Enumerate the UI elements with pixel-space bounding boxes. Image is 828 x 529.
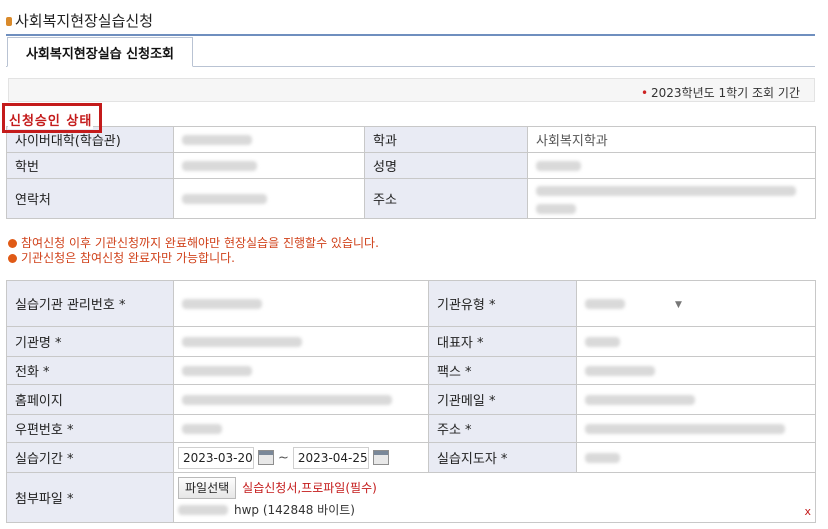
title-bullet-icon xyxy=(6,16,12,26)
type-select[interactable]: ▼ xyxy=(576,280,816,327)
rep-field[interactable] xyxy=(576,326,816,357)
email-label: 기관메일 * xyxy=(428,384,577,415)
inst-address-label: 주소 * xyxy=(428,414,577,443)
bullet-dot-icon: • xyxy=(640,86,649,100)
zip-label: 우편번호 * xyxy=(6,414,174,443)
mgmt-no-field[interactable] xyxy=(173,280,429,327)
inst-name-label: 기관명 * xyxy=(6,326,174,357)
student-id-value xyxy=(173,152,365,179)
supervisor-field[interactable] xyxy=(576,442,816,473)
type-label: 기관유형 * xyxy=(428,280,577,327)
phone-label: 연락처 xyxy=(6,178,174,219)
inst-address-field[interactable] xyxy=(576,414,816,443)
file-info: hwp (142848 바이트) xyxy=(234,503,355,517)
period-end-input[interactable]: 2023-04-25 xyxy=(292,446,369,469)
phone-value xyxy=(173,178,365,219)
period-start-input[interactable]: 2023-03-20 xyxy=(178,446,254,469)
fax-field[interactable] xyxy=(576,356,816,385)
period-separator: ~ xyxy=(278,450,289,465)
fax-label: 팩스 * xyxy=(428,356,577,385)
notice-bullet-icon xyxy=(8,254,17,263)
approval-status-label: 신청승인 상태 xyxy=(8,110,94,129)
homepage-field[interactable] xyxy=(173,384,429,415)
title-divider xyxy=(6,34,815,36)
page-title-bar: 사회복지현장실습신청 xyxy=(6,8,153,32)
attach-field: 파일선택 실습신청서,프로파일(필수) hwp (142848 바이트) x xyxy=(173,472,816,523)
file-requirement-note: 실습신청서,프로파일(필수) xyxy=(242,481,377,495)
email-field[interactable] xyxy=(576,384,816,415)
tel-field[interactable] xyxy=(173,356,429,385)
attach-label: 첨부파일 * xyxy=(6,472,174,523)
institution-table: 실습기관 관리번호 * 기관유형 * ▼ 기관명 * 대표자 * 전화 * 팩스… xyxy=(6,280,816,523)
univ-value xyxy=(173,126,365,153)
address-label: 주소 xyxy=(364,178,528,219)
tab-application-inquiry[interactable]: 사회복지현장실습 신청조회 xyxy=(7,37,193,67)
inst-name-field[interactable] xyxy=(173,326,429,357)
period-bar: • 2023학년도 1학기 조회 기간 xyxy=(8,78,815,102)
rep-label: 대표자 * xyxy=(428,326,577,357)
remove-file-icon[interactable]: x xyxy=(804,505,811,518)
period-field-group: 2023-03-20 ~2023-04-25 xyxy=(173,442,429,473)
zip-field[interactable] xyxy=(173,414,429,443)
name-value xyxy=(527,152,816,179)
notice-line-2: 기관신청은 참여신청 완료자만 가능합니다. xyxy=(8,249,235,266)
student-info-table: 사이버대학(학습관) 학과 사회복지학과 학번 성명 연락처 주소 xyxy=(6,126,816,219)
mgmt-no-label: 실습기관 관리번호 * xyxy=(6,280,174,327)
file-name-blurred xyxy=(178,504,228,515)
dept-value: 사회복지학과 xyxy=(527,126,816,153)
page-title: 사회복지현장실습신청 xyxy=(15,11,154,30)
period-text: 2023학년도 1학기 조회 기간 xyxy=(651,86,800,100)
period-label: 실습기간 * xyxy=(6,442,174,473)
dept-label: 학과 xyxy=(364,126,528,153)
name-label: 성명 xyxy=(364,152,528,179)
address-value xyxy=(527,178,816,219)
calendar-icon[interactable] xyxy=(372,450,389,465)
student-id-label: 학번 xyxy=(6,152,174,179)
homepage-label: 홈페이지 xyxy=(6,384,174,415)
calendar-icon[interactable] xyxy=(258,450,274,465)
tel-label: 전화 * xyxy=(6,356,174,385)
period-info: • 2023학년도 1학기 조회 기간 xyxy=(641,84,800,101)
file-select-button[interactable]: 파일선택 xyxy=(178,476,237,499)
notice-bullet-icon xyxy=(8,239,17,248)
dropdown-arrow-icon: ▼ xyxy=(675,300,682,310)
supervisor-label: 실습지도자 * xyxy=(428,442,577,473)
